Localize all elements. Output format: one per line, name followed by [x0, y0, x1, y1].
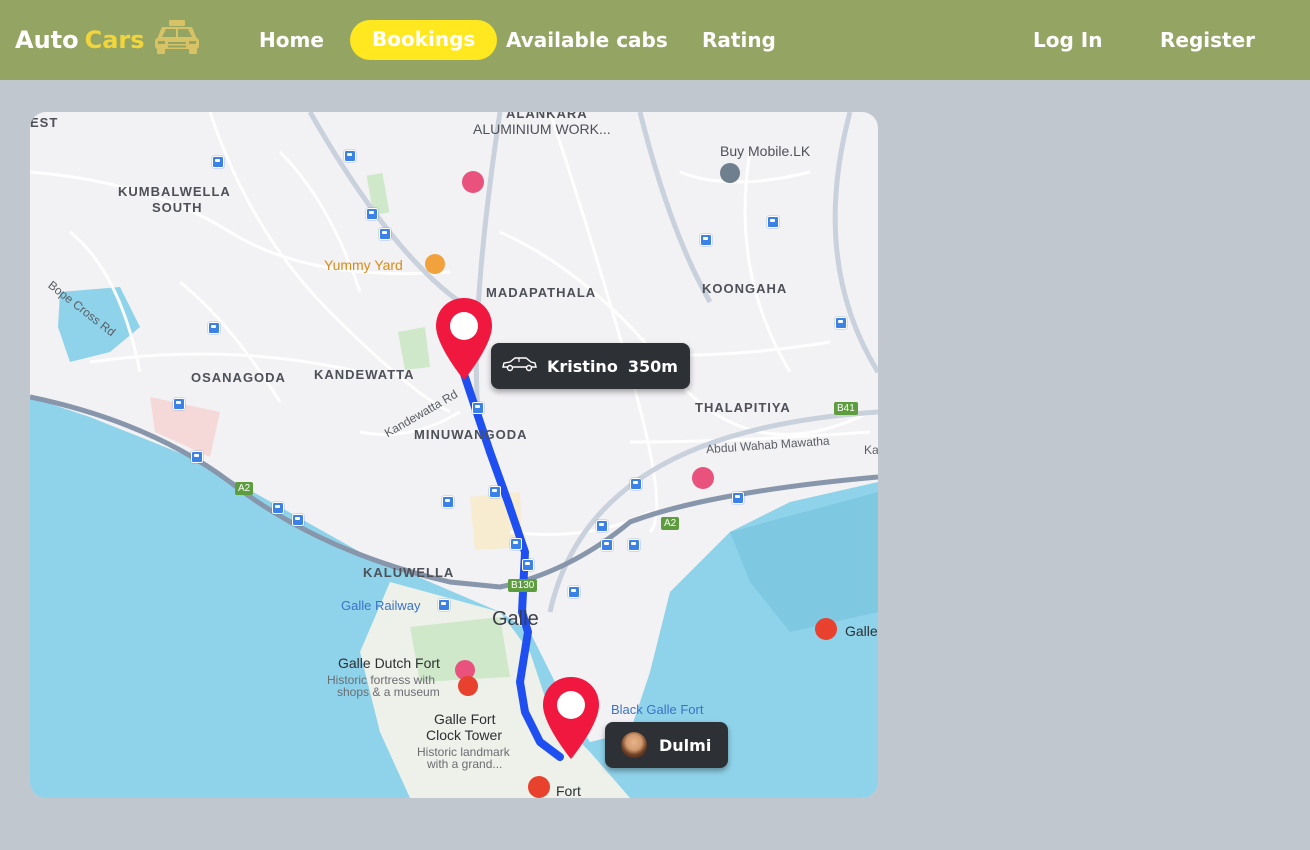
road-shield-b41: B41 — [834, 402, 858, 415]
bus-stop-icon — [601, 539, 613, 551]
map-label-south: SOUTH — [152, 200, 203, 215]
bus-stop-icon — [522, 559, 534, 571]
road-shield-a2: A2 — [235, 482, 254, 495]
brand-auto: Auto — [15, 26, 79, 54]
navbar: Auto Cars Home Bookings Available cabs R… — [0, 0, 1310, 80]
map-label-yummy-yard: Yummy Yard — [324, 257, 403, 273]
bus-stop-icon — [630, 478, 642, 490]
nav-bookings[interactable]: Bookings — [350, 20, 498, 60]
map-label-galle: Galle — [492, 608, 539, 630]
bus-stop-icon — [191, 451, 203, 463]
bus-stop-icon — [208, 322, 220, 334]
road-shield-a2: A2 — [661, 517, 680, 530]
driver-tag[interactable]: Kristino 350m — [491, 343, 690, 389]
taxi-icon — [153, 19, 201, 61]
map-label-black-galle-fort: Black Galle Fort — [611, 702, 704, 717]
bus-stop-icon — [767, 216, 779, 228]
bus-stop-icon — [366, 208, 378, 220]
car-icon — [501, 356, 537, 376]
map-label-alankara: ALANKARA — [506, 112, 588, 121]
nav-available-cabs[interactable]: Available cabs — [506, 20, 668, 60]
bus-stop-icon — [438, 599, 450, 611]
bus-stop-icon — [212, 156, 224, 168]
map-label-kaluwella: KALUWELLA — [363, 565, 455, 580]
map-label-dutch-fort: Galle Dutch Fort — [338, 655, 440, 671]
bus-stop-icon — [472, 402, 484, 414]
map-label-osanagoda: OSANAGODA — [191, 370, 286, 385]
bus-stop-icon — [732, 492, 744, 504]
nav-login[interactable]: Log In — [1033, 20, 1102, 60]
driver-location-pin-icon[interactable] — [434, 296, 494, 382]
bus-stop-icon — [700, 234, 712, 246]
bus-stop-icon — [292, 514, 304, 526]
brand-cars: Cars — [84, 26, 145, 54]
bus-stop-icon — [835, 317, 847, 329]
bus-stop-icon — [442, 496, 454, 508]
bus-stop-icon — [628, 539, 640, 551]
map-label-clock-tower-2: Clock Tower — [426, 727, 502, 743]
driver-distance: 350m — [627, 356, 678, 376]
bus-stop-icon — [596, 520, 608, 532]
rider-location-pin-icon[interactable] — [541, 675, 601, 761]
avatar — [621, 732, 647, 758]
map-label-galle-railway: Galle Railway — [341, 598, 421, 613]
map-label-buy-mobile: Buy Mobile.LK — [720, 143, 811, 159]
map-label-clock-tower-1: Galle Fort — [434, 711, 496, 727]
bus-stop-icon — [272, 502, 284, 514]
route-map[interactable]: B41 A2 A2 B130 EST ALANKARA ALUMINIUM WO… — [30, 112, 878, 798]
bus-stop-icon — [173, 398, 185, 410]
rider-name: Dulmi — [659, 735, 712, 755]
map-label-ka: Ka — [864, 443, 878, 457]
map-label-fort: Fort — [556, 783, 581, 799]
map-label-aluminium: ALUMINIUM WORK... — [473, 121, 611, 137]
bus-stop-icon — [510, 538, 522, 550]
map-label-kumbalwella: KUMBALWELLA — [118, 184, 231, 199]
map-label-madapathala: MADAPATHALA — [486, 285, 597, 300]
road-shield-b130: B130 — [508, 579, 538, 592]
map-label-clock-desc-2: with a grand... — [427, 757, 503, 771]
rider-tag[interactable]: Dulmi — [605, 722, 728, 768]
nav-rating[interactable]: Rating — [702, 20, 776, 60]
bus-stop-icon — [568, 586, 580, 598]
map-label-koongaha: KOONGAHA — [702, 281, 788, 296]
bus-stop-icon — [379, 228, 391, 240]
brand-logo[interactable]: Auto Cars — [15, 19, 201, 61]
nav-register[interactable]: Register — [1160, 20, 1255, 60]
bus-stop-icon — [344, 150, 356, 162]
map-label-dutch-fort-desc-2: shops & a museum — [337, 685, 440, 699]
driver-name: Kristino — [547, 356, 618, 376]
map-label-thalapitiya: THALAPITIYA — [695, 400, 791, 415]
map-label-kandewatta: KANDEWATTA — [314, 367, 415, 382]
map-label-galle-right: Galle — [845, 623, 878, 639]
map-label-minuwangoda: MINUWANGODA — [414, 427, 528, 442]
nav-home[interactable]: Home — [259, 20, 324, 60]
map-label-est: EST — [30, 115, 59, 130]
bus-stop-icon — [489, 486, 501, 498]
